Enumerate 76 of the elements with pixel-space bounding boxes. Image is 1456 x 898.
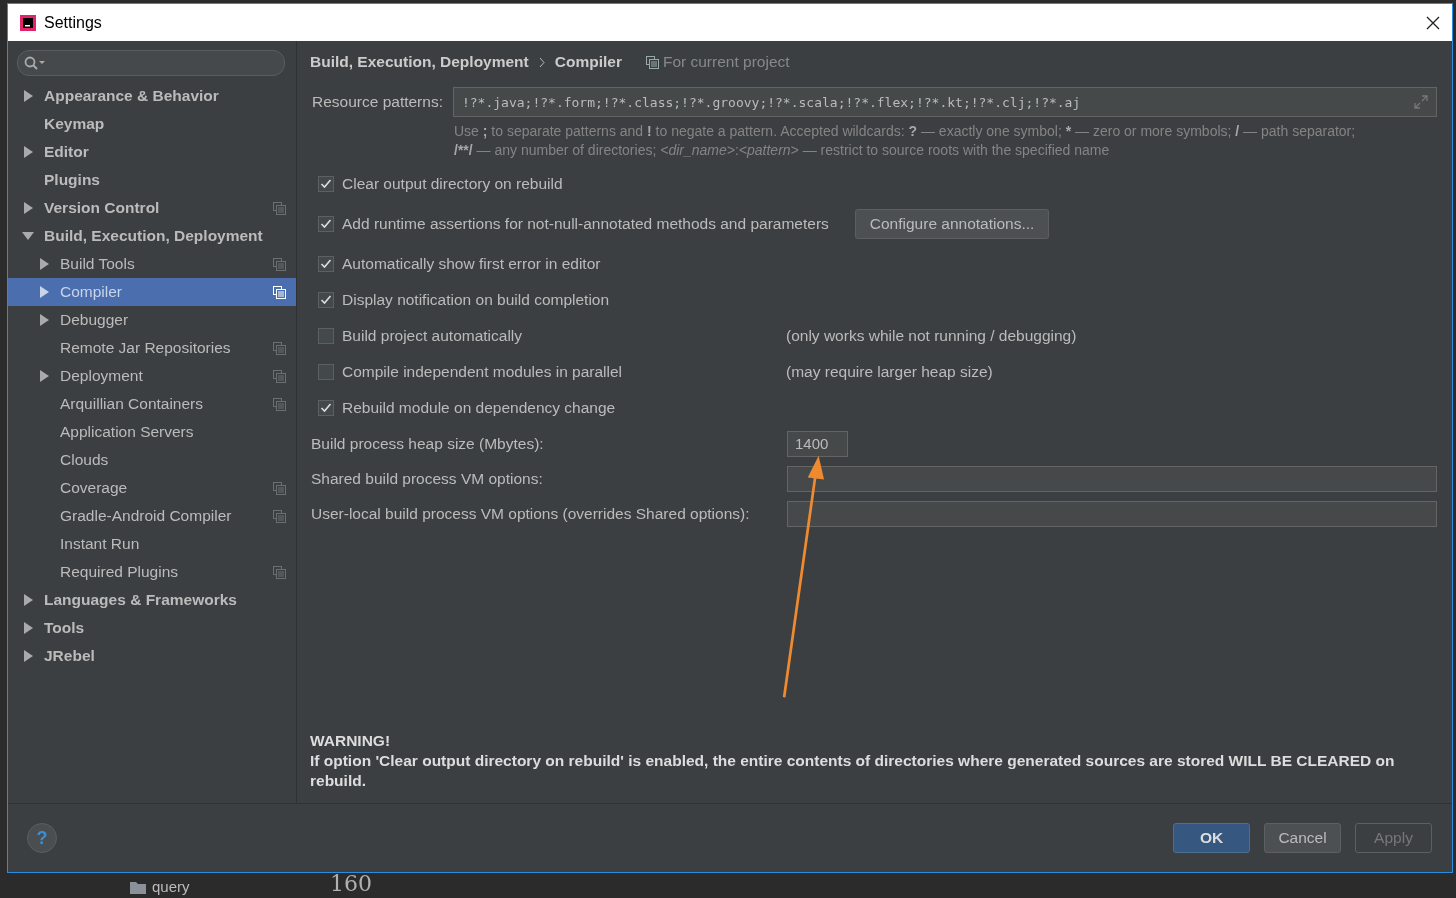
tree-item[interactable]: Required Plugins xyxy=(8,558,296,586)
field-label: User-local build process VM options (overrides Shared options): xyxy=(310,504,751,523)
checkbox[interactable] xyxy=(318,256,334,272)
option-note: (only works while not running / debugging) xyxy=(786,327,1077,345)
resource-patterns-field[interactable]: !?*.java;!?*.form;!?*.class;!?*.groovy;!?*.scala;!?*.flex;!?*.kt;!?*.clj;!?*.aj xyxy=(452,87,1437,117)
collapsed-arrow-icon[interactable] xyxy=(38,258,50,270)
field-label: Build process heap size (Mbytes): xyxy=(310,434,545,453)
vm-options-field[interactable] xyxy=(787,500,1437,527)
option-label[interactable]: Build project automatically xyxy=(342,327,523,345)
tree-item[interactable]: Coverage xyxy=(8,474,296,502)
field-label: Shared build process VM options: xyxy=(310,469,544,488)
tree-item[interactable]: Build, Execution, Deployment xyxy=(8,222,296,250)
checkbox[interactable] xyxy=(318,292,334,308)
tree-item[interactable]: Debugger xyxy=(8,306,296,334)
expanded-arrow-icon[interactable] xyxy=(22,230,34,242)
tree-item[interactable]: query xyxy=(130,878,190,896)
tree-item[interactable]: JRebel xyxy=(8,642,296,670)
tree-item[interactable]: Editor xyxy=(8,138,296,166)
copy-icon xyxy=(645,55,659,69)
checkbox[interactable] xyxy=(318,328,334,344)
option-label[interactable]: Automatically show first error in editor xyxy=(342,255,601,273)
tree-item[interactable]: Clouds xyxy=(8,446,296,474)
collapsed-arrow-icon[interactable] xyxy=(22,594,34,606)
collapsed-arrow-icon[interactable] xyxy=(22,650,34,662)
window-title: Settings xyxy=(44,13,103,32)
checkbox[interactable] xyxy=(318,364,334,380)
app-icon xyxy=(20,14,36,31)
tree-item[interactable]: Keymap xyxy=(8,110,296,138)
warning-text: If option 'Clear output directory on rebuild' is enabled, the entire contents of directories where generated sources are stored WILL BE CLEARED on rebuild. xyxy=(310,751,1396,791)
tree-item[interactable]: Gradle-Android Compiler xyxy=(8,502,296,530)
chevron-icon xyxy=(538,56,545,68)
tree-item[interactable]: Instant Run xyxy=(8,530,296,558)
tree-item[interactable]: Version Control xyxy=(8,194,296,222)
line-number: 160 xyxy=(330,872,372,896)
tree-item[interactable]: Plugins xyxy=(8,166,296,194)
option-note: (may require larger heap size) xyxy=(786,363,993,381)
tree-item[interactable]: Compiler xyxy=(8,278,296,306)
dialog-button[interactable]: Cancel xyxy=(1264,823,1341,853)
option-label[interactable]: Display notification on build completion xyxy=(342,291,610,309)
checkbox[interactable] xyxy=(318,176,334,192)
checkbox[interactable] xyxy=(318,400,334,416)
tree-item[interactable]: Build Tools xyxy=(8,250,296,278)
collapsed-arrow-icon[interactable] xyxy=(22,202,34,214)
tree-item[interactable]: Arquillian Containers xyxy=(8,390,296,418)
collapsed-arrow-icon[interactable] xyxy=(22,90,34,102)
hint-text: /**/ — any number of directories; <dir_name>:<pattern> — restrict to source roots with the specified name xyxy=(454,141,1111,160)
hint-text: Use ; to separate patterns and ! to negate a pattern. Accepted wildcards: ? — exactly one symbol; * — zero or more symbols; / — path separator; xyxy=(454,122,1357,141)
tree-item[interactable]: Languages & Frameworks xyxy=(8,586,296,614)
tree-item[interactable]: Appearance & Behavior xyxy=(8,82,296,110)
vm-options-field[interactable] xyxy=(787,465,1437,492)
option-label[interactable]: Clear output directory on rebuild xyxy=(342,175,563,193)
collapsed-arrow-icon[interactable] xyxy=(38,286,50,298)
field-label: Resource patterns: xyxy=(311,93,443,111)
tree-item[interactable]: Deployment xyxy=(8,362,296,390)
warning-title: WARNING! xyxy=(310,731,392,751)
close-icon[interactable] xyxy=(1426,15,1440,30)
folder-icon xyxy=(130,880,146,894)
checkbox[interactable] xyxy=(318,216,334,232)
collapsed-arrow-icon[interactable] xyxy=(22,146,34,158)
option-label[interactable]: Rebuild module on dependency change xyxy=(342,399,616,417)
configure-annotations-button[interactable]: Configure annotations... xyxy=(854,209,1050,239)
scope-label: For current project xyxy=(662,53,790,71)
option-label[interactable]: Add runtime assertions for not-null-annotated methods and parameters xyxy=(342,215,829,233)
breadcrumb-item[interactable]: Build, Execution, Deployment xyxy=(310,53,529,71)
option-label[interactable]: Compile independent modules in parallel xyxy=(342,363,623,381)
tree-item[interactable]: Tools xyxy=(8,614,296,642)
tree-item[interactable]: Application Servers xyxy=(8,418,296,446)
dialog-button[interactable]: OK xyxy=(1173,823,1250,853)
heap-size-field[interactable]: 1400 xyxy=(787,430,848,457)
search-field[interactable] xyxy=(17,50,285,76)
collapsed-arrow-icon[interactable] xyxy=(38,370,50,382)
tree-item[interactable]: Remote Jar Repositories xyxy=(8,334,296,362)
collapsed-arrow-icon[interactable] xyxy=(22,622,34,634)
search-icon xyxy=(24,56,46,70)
breadcrumb-item[interactable]: Compiler xyxy=(554,53,622,71)
collapsed-arrow-icon[interactable] xyxy=(38,314,50,326)
